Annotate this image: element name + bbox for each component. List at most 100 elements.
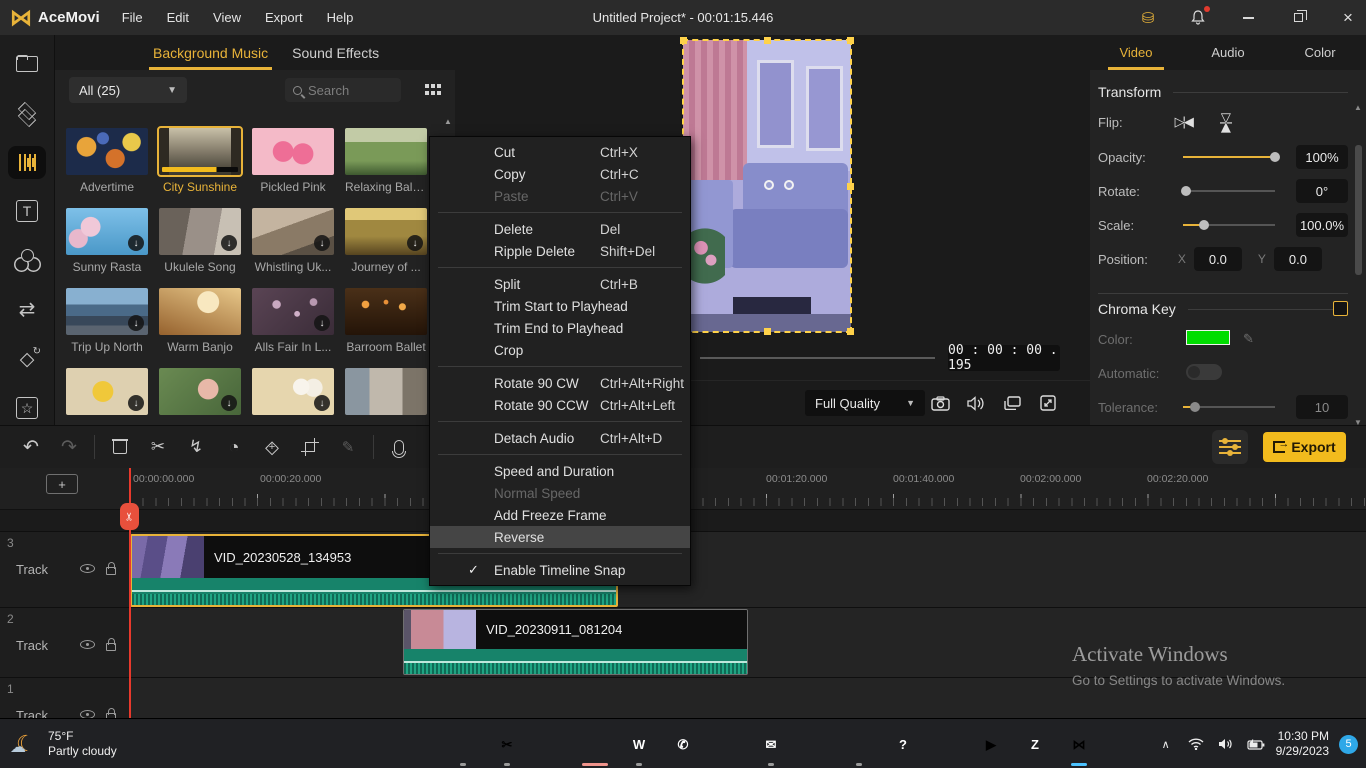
context-menu-item[interactable]: ✓ Delete Del bbox=[430, 218, 690, 240]
playhead[interactable]: ✂ bbox=[129, 468, 131, 718]
rotate-slider[interactable] bbox=[1183, 190, 1275, 192]
chroma-key-checkbox[interactable] bbox=[1333, 301, 1348, 316]
taskbar-app-icon[interactable] bbox=[837, 720, 881, 768]
tray-chevron-icon[interactable]: ∧ bbox=[1156, 738, 1176, 751]
track-visibility-icon[interactable] bbox=[80, 710, 95, 718]
wifi-icon[interactable] bbox=[1186, 738, 1206, 750]
eyedropper-icon[interactable]: ✎ bbox=[1243, 331, 1254, 347]
taskbar-app-icon[interactable] bbox=[529, 720, 573, 768]
menu-item[interactable]: Export bbox=[265, 10, 303, 25]
resize-handle[interactable] bbox=[764, 37, 771, 44]
properties-tab[interactable]: Video bbox=[1090, 35, 1182, 70]
context-menu-item[interactable]: ✓ bbox=[430, 361, 690, 372]
keyframe-button[interactable] bbox=[253, 432, 291, 462]
cart-icon[interactable]: ⛁ bbox=[1138, 8, 1158, 28]
category-dropdown[interactable]: All (25) ▼ bbox=[69, 77, 187, 103]
music-item[interactable]: ↓ Whistling Uk... bbox=[252, 208, 334, 288]
quality-dropdown[interactable]: Full Quality ▼ bbox=[805, 390, 925, 416]
volume-icon[interactable] bbox=[1216, 738, 1236, 750]
battery-icon[interactable] bbox=[1246, 739, 1266, 750]
tolerance-value[interactable]: 10 bbox=[1296, 395, 1348, 419]
download-icon[interactable]: ↓ bbox=[128, 235, 144, 251]
export-button[interactable]: Export bbox=[1263, 432, 1346, 462]
rotate-value[interactable]: 0° bbox=[1296, 179, 1348, 203]
download-icon[interactable]: ↓ bbox=[128, 395, 144, 411]
redo-button[interactable]: ↷ bbox=[50, 432, 88, 462]
context-menu-item[interactable]: ✓ Rotate 90 CW Ctrl+Alt+Right bbox=[430, 372, 690, 394]
rail-item-icon[interactable] bbox=[8, 195, 46, 228]
menu-item[interactable]: Edit bbox=[167, 10, 189, 25]
chroma-color-swatch[interactable] bbox=[1186, 330, 1230, 345]
timeline-clip[interactable]: VID_20230911_081204 bbox=[403, 609, 748, 675]
track-lock-icon[interactable] bbox=[106, 562, 116, 575]
position-y-field[interactable]: 0.0 bbox=[1274, 247, 1322, 271]
taskbar-app-icon[interactable]: ▶ bbox=[969, 720, 1013, 768]
context-menu-item[interactable]: ✓ Crop bbox=[430, 339, 690, 361]
minimize-button[interactable] bbox=[1238, 8, 1258, 28]
context-menu-item[interactable]: ✓ bbox=[430, 449, 690, 460]
voiceover-mic-button[interactable] bbox=[380, 432, 418, 462]
taskbar-app-icon[interactable]: ✆ bbox=[661, 720, 705, 768]
context-menu-item[interactable]: ✓ Paste Ctrl+V bbox=[430, 185, 690, 207]
speed-button[interactable]: ↯ bbox=[177, 432, 215, 462]
rail-item-icon[interactable] bbox=[8, 96, 46, 129]
context-menu-item[interactable]: ✓ Reverse bbox=[430, 526, 690, 548]
taskbar-app-icon[interactable] bbox=[705, 720, 749, 768]
automatic-toggle[interactable] bbox=[1186, 364, 1222, 380]
menu-item[interactable]: Help bbox=[327, 10, 354, 25]
context-menu-item[interactable]: ✓ Normal Speed bbox=[430, 482, 690, 504]
music-item[interactable]: ↓ Sunny Rasta bbox=[66, 208, 148, 288]
track-lock-icon[interactable] bbox=[106, 638, 116, 651]
tolerance-slider[interactable] bbox=[1183, 406, 1275, 408]
taskbar-clock[interactable]: 10:30 PM 9/29/2023 bbox=[1276, 729, 1329, 759]
download-icon[interactable]: ↓ bbox=[128, 315, 144, 331]
scrollbar-thumb[interactable] bbox=[1355, 145, 1362, 275]
taskbar-app-icon[interactable] bbox=[573, 720, 617, 768]
music-item[interactable]: ↓ bbox=[252, 368, 334, 425]
taskbar-app-icon[interactable]: ✉ bbox=[749, 720, 793, 768]
properties-tab[interactable]: Color bbox=[1274, 35, 1366, 70]
context-menu-item[interactable]: ✓ bbox=[430, 207, 690, 218]
properties-scrollbar[interactable]: ▲ ▼ bbox=[1355, 115, 1362, 415]
music-item[interactable]: ↓ Alls Fair In L... bbox=[252, 288, 334, 368]
context-menu-item[interactable]: ✓ Speed and Duration bbox=[430, 460, 690, 482]
opacity-slider[interactable] bbox=[1183, 156, 1275, 158]
context-menu-item[interactable]: ✓ Trim Start to Playhead bbox=[430, 295, 690, 317]
rail-item-icon[interactable] bbox=[8, 244, 46, 277]
taskbar-app-icon[interactable]: W bbox=[617, 720, 661, 768]
context-menu-item[interactable]: ✓ bbox=[430, 262, 690, 273]
download-icon[interactable]: ↓ bbox=[407, 235, 423, 251]
split-scissors-button[interactable]: ✂ bbox=[139, 432, 177, 462]
download-icon[interactable]: ↓ bbox=[314, 395, 330, 411]
resize-handle[interactable] bbox=[847, 37, 854, 44]
preview-seek-bar[interactable] bbox=[700, 357, 935, 359]
download-icon[interactable]: ↓ bbox=[221, 395, 237, 411]
context-menu-item[interactable]: ✓ Ripple Delete Shift+Del bbox=[430, 240, 690, 262]
flip-horizontal-icon[interactable]: ▷¦◀ bbox=[1175, 114, 1192, 130]
resize-handle[interactable] bbox=[847, 328, 854, 335]
weather-widget[interactable]: ☾☁ 75°F Partly cloudy bbox=[10, 719, 117, 768]
context-menu-item[interactable]: ✓ Rotate 90 CCW Ctrl+Alt+Left bbox=[430, 394, 690, 416]
anchor-handle[interactable] bbox=[764, 180, 774, 190]
rail-item-icon[interactable] bbox=[8, 343, 46, 376]
menu-item[interactable]: View bbox=[213, 10, 241, 25]
position-x-field[interactable]: 0.0 bbox=[1194, 247, 1242, 271]
music-item[interactable]: ↓ Trip Up North bbox=[66, 288, 148, 368]
playhead-handle[interactable]: ✂ bbox=[120, 503, 139, 530]
snapshot-icon[interactable] bbox=[929, 392, 951, 414]
pip-icon[interactable] bbox=[1001, 392, 1023, 414]
music-item[interactable]: ↓ bbox=[159, 368, 241, 425]
taskbar-app-icon[interactable]: ? bbox=[881, 720, 925, 768]
rail-item-icon[interactable] bbox=[8, 47, 46, 80]
export-settings-button[interactable] bbox=[1212, 430, 1248, 464]
download-icon[interactable]: ↓ bbox=[314, 235, 330, 251]
context-menu-item[interactable]: ✓ bbox=[430, 548, 690, 559]
taskbar-app-icon[interactable] bbox=[309, 720, 353, 768]
scroll-up-arrow[interactable]: ▲ bbox=[444, 117, 452, 126]
music-item[interactable]: ↓ Pickled Pink bbox=[252, 128, 334, 208]
taskbar-app-icon[interactable] bbox=[441, 720, 485, 768]
track-lock-icon[interactable] bbox=[106, 708, 116, 718]
taskbar-app-icon[interactable] bbox=[353, 720, 397, 768]
volume-icon[interactable] bbox=[965, 392, 987, 414]
resize-handle[interactable] bbox=[847, 183, 854, 190]
